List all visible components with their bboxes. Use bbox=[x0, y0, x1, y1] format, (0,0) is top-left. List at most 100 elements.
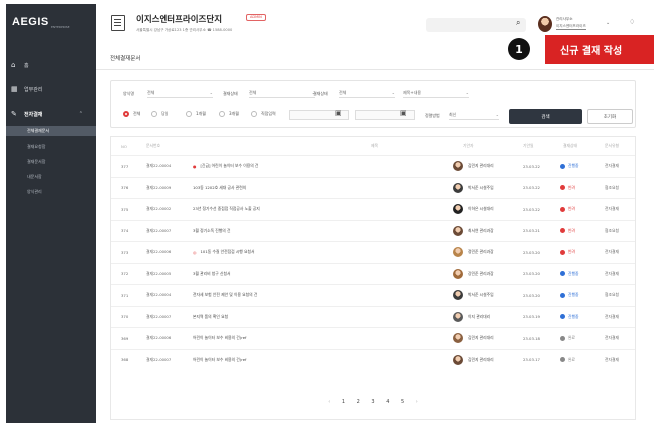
approval-icon: ✎ bbox=[11, 109, 17, 118]
page-3-button[interactable]: 3 bbox=[371, 399, 374, 405]
prev-page-button[interactable]: ‹ bbox=[328, 399, 330, 405]
sidebar-sub-doc-box[interactable]: 결재문서함 bbox=[6, 157, 96, 167]
page-5-button[interactable]: 5 bbox=[401, 399, 404, 405]
row-date: 23.03.17 bbox=[523, 357, 540, 363]
row-title-text: 어린이 놀이터 보수 비용의 건(ref bbox=[193, 335, 247, 341]
row-title[interactable]: 3월 정기소독 진행의 건 bbox=[193, 228, 230, 234]
table-row[interactable]: 376 결재22-00009 103동 1202호 세대 공사 관련의 박서준 시설주… bbox=[111, 176, 635, 199]
filter-label-drafter: 결재상태 bbox=[313, 91, 328, 96]
status-dot-icon bbox=[560, 206, 565, 212]
radio-dot bbox=[151, 111, 157, 117]
status-select[interactable]: 전체 ⌄ bbox=[249, 90, 315, 98]
status-dot-icon bbox=[560, 335, 565, 341]
row-type: 전자결재 bbox=[605, 206, 619, 212]
bell-icon[interactable]: ♢ bbox=[629, 18, 635, 26]
page-title: 전체결재문서 bbox=[110, 56, 141, 62]
sidebar-item-approval[interactable]: ✎ 전자결재 ⌃ bbox=[11, 108, 91, 120]
search-icon[interactable]: ⌕ bbox=[516, 18, 520, 28]
avatar bbox=[453, 247, 463, 258]
row-title[interactable]: 어린이 놀이터 보수 비용의 건(ref bbox=[193, 357, 246, 363]
sidebar-sub-forms[interactable]: 양식관리 bbox=[6, 187, 96, 197]
sidebar-item-work[interactable]: ▦ 업무관리 bbox=[11, 83, 42, 95]
row-title[interactable]: 3월 관리비 청구 신청서 bbox=[193, 271, 230, 277]
table-row[interactable]: 373 결재22-00006 ◎ 101동 수질 안전점검 시행 요청서 정민준 관리과… bbox=[111, 241, 635, 263]
page-4-button[interactable]: 4 bbox=[386, 399, 389, 405]
drafter-select[interactable]: 전체 ⌄ bbox=[339, 90, 395, 98]
keyword-input[interactable]: 제목+내용 ⌄ bbox=[403, 90, 469, 98]
user-name: 관리사무소 bbox=[556, 17, 573, 21]
row-title[interactable]: ● [긴급] 어린이 놀이터 보수 이용의 건 bbox=[193, 163, 258, 169]
chevron-down-icon[interactable]: ⌄ bbox=[606, 20, 610, 26]
new-approval-button[interactable]: 신규 결재 작성 bbox=[545, 35, 654, 64]
search-input[interactable] bbox=[426, 18, 526, 32]
row-title[interactable]: 23년 정기수선 중점점 직접공사 노출 공지 bbox=[193, 206, 260, 212]
sidebar-sub-all-docs[interactable]: 전체결재문서 bbox=[6, 126, 96, 136]
row-date: 23.03.18 bbox=[523, 335, 540, 341]
row-type: 전자결재 bbox=[605, 356, 619, 362]
logo-subtitle: ENTERPRISE bbox=[51, 25, 70, 29]
reset-button[interactable]: 초기화 bbox=[587, 109, 633, 124]
row-type: 전자결재 bbox=[605, 313, 619, 319]
page-2-button[interactable]: 2 bbox=[357, 399, 360, 405]
table-row[interactable]: 374 결재22-00007 3월 정기소독 진행의 건 최서연 관리과장 23.03.… bbox=[111, 219, 635, 242]
row-no: 372 bbox=[121, 271, 129, 277]
page-1-button[interactable]: 1 bbox=[342, 399, 345, 405]
table-row[interactable]: 370 결재22-00007 본지역 품의 확인 요청 이지 관리대리 23.03.19… bbox=[111, 305, 635, 328]
table-row[interactable]: 375 결재22-00002 23년 정기수선 중점점 직접공사 노출 공지 이하은 … bbox=[111, 198, 635, 220]
calendar-icon[interactable]: ▣ bbox=[335, 109, 342, 117]
period-radio-3m[interactable]: 3개월 bbox=[219, 111, 239, 117]
row-doc-no: 결재22-00006 bbox=[146, 249, 172, 255]
table-row[interactable]: 368 결재22-00007 어린이 놀이터 보수 비용의 건(ref 김민지 관리대… bbox=[111, 348, 635, 371]
radio-label: 전체 bbox=[133, 111, 141, 116]
row-title[interactable]: 전자세 보험 안전 제안 및 이용 요청의 건 bbox=[193, 292, 257, 298]
user-dept[interactable]: 이지스엔터프라이즈 bbox=[556, 24, 586, 30]
org-address: 서울특별시 강남구 가상로123 1층 관리사무소 ☎ 1588-0000 bbox=[136, 28, 233, 32]
row-title[interactable]: ◎ 101동 수질 안전점검 시행 요청서 bbox=[193, 249, 255, 255]
row-title[interactable]: 본지역 품의 확인 요청 bbox=[193, 314, 228, 320]
sidebar-sub-requests[interactable]: 결재요청함 bbox=[6, 142, 96, 152]
table-row[interactable]: 372 결재22-00005 3월 관리비 청구 신청서 강민준 관리과장 23.03.… bbox=[111, 262, 635, 285]
status-dot-icon bbox=[560, 314, 565, 320]
row-title[interactable]: 어린이 놀이터 보수 비용의 건(ref bbox=[193, 335, 246, 341]
row-drafter: 김민지 관리대리 bbox=[453, 354, 494, 365]
radio-label: 당일 bbox=[161, 111, 169, 116]
period-radio-custom[interactable]: 직접입력 bbox=[251, 111, 276, 117]
row-drafter-name: 정민준 관리과장 bbox=[468, 249, 494, 255]
period-radio-all[interactable]: 전체 bbox=[123, 111, 140, 117]
row-doc-no: 결재22-00006 bbox=[146, 335, 172, 341]
row-no: 370 bbox=[121, 314, 129, 320]
table-body: 377 결재22-00004 ● [긴급] 어린이 놀이터 보수 이용의 건 김민지 관… bbox=[111, 155, 635, 370]
avatar bbox=[453, 161, 463, 172]
sidebar-sub-my-docs[interactable]: 내문서함 bbox=[6, 172, 96, 182]
avatar[interactable] bbox=[538, 16, 552, 32]
status-label: 진행중 bbox=[568, 292, 579, 298]
row-date: 23.03.20 bbox=[523, 292, 540, 298]
calendar-icon[interactable]: ▣ bbox=[400, 109, 407, 117]
keyword-placeholder: 제목+내용 bbox=[403, 90, 422, 95]
row-date: 23.03.21 bbox=[523, 228, 540, 234]
next-page-button[interactable]: › bbox=[416, 399, 418, 405]
status-label: 완료 bbox=[568, 335, 575, 341]
table-row[interactable]: 377 결재22-00004 ● [긴급] 어린이 놀이터 보수 이용의 건 김민지 관… bbox=[111, 155, 635, 177]
row-no: 376 bbox=[121, 185, 129, 191]
period-radio-1m[interactable]: 1개월 bbox=[186, 111, 206, 117]
row-title[interactable]: 103동 1202호 세대 공사 관련의 bbox=[193, 185, 246, 191]
row-no: 375 bbox=[121, 206, 129, 212]
status-label: 반려 bbox=[568, 227, 575, 233]
sidebar-item-label: 홈 bbox=[24, 62, 29, 69]
row-drafter-name: 이하은 시설대리 bbox=[468, 206, 494, 212]
status-label: 진행중 bbox=[568, 270, 579, 276]
col-header-type: 문서유형 bbox=[605, 143, 619, 148]
period-radio-today[interactable]: 당일 bbox=[151, 111, 168, 117]
row-no: 371 bbox=[121, 292, 129, 298]
search-button[interactable]: 검색 bbox=[509, 109, 582, 124]
sort-select[interactable]: 최신 ⌄ bbox=[449, 112, 499, 120]
row-doc-no: 결재22-00005 bbox=[146, 270, 172, 276]
doc-type-select[interactable]: 전체 ⌄ bbox=[147, 90, 213, 98]
status-dot-icon bbox=[560, 271, 565, 277]
row-type: 전자결재 bbox=[605, 270, 619, 276]
table-row[interactable]: 371 결재22-00004 전자세 보험 안전 제안 및 이용 요청의 건 박서준 … bbox=[111, 284, 635, 306]
table-row[interactable]: 369 결재22-00006 어린이 놀이터 보수 비용의 건(ref 김민지 관리대… bbox=[111, 327, 635, 349]
sidebar-item-home[interactable]: ⌂ 홈 bbox=[11, 59, 29, 71]
row-date: 23.03.20 bbox=[523, 249, 540, 255]
